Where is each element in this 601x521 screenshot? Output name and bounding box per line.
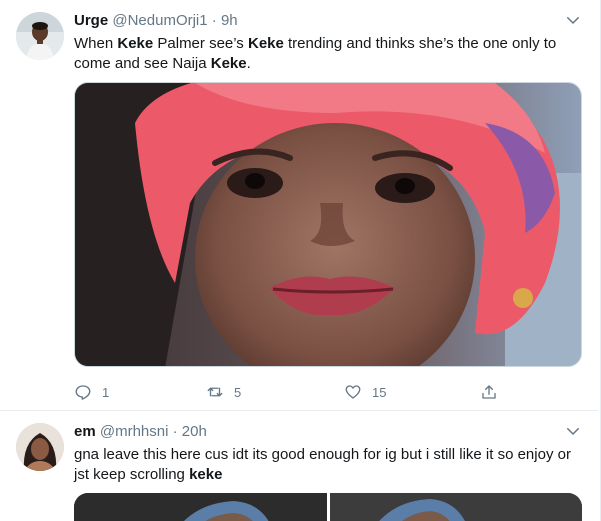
reply-count: 1 bbox=[102, 384, 110, 400]
like-button[interactable]: 15 bbox=[344, 380, 386, 404]
tweet-media-grid[interactable] bbox=[74, 493, 582, 521]
timestamp[interactable]: 20h bbox=[182, 423, 207, 440]
tweet-actions: 1 5 15 bbox=[74, 380, 504, 404]
retweet-icon bbox=[207, 387, 223, 397]
highlighted-keyword: Keke bbox=[117, 35, 154, 52]
reply-button[interactable]: 1 bbox=[74, 380, 109, 404]
text-segment: Palmer see’s bbox=[153, 35, 248, 52]
avatar[interactable] bbox=[16, 423, 64, 471]
tweet-text: When Keke Palmer see’s Keke trending and… bbox=[74, 34, 580, 74]
tweet-header: em @mrhhsni · 20h bbox=[74, 422, 582, 442]
tweet-image[interactable] bbox=[330, 493, 582, 521]
separator-dot: · bbox=[211, 12, 217, 29]
like-count: 15 bbox=[372, 384, 387, 400]
reply-icon bbox=[75, 385, 91, 400]
avatar[interactable] bbox=[16, 12, 64, 60]
photo-portrait-headwrap bbox=[75, 83, 581, 366]
highlighted-keyword: keke bbox=[189, 466, 223, 483]
separator-dot: · bbox=[172, 423, 178, 440]
tweet-image[interactable] bbox=[74, 493, 327, 521]
heart-icon bbox=[345, 385, 361, 399]
tweet[interactable]: Urge @NedumOrji1 · 9h When Keke Palmer s… bbox=[0, 0, 598, 411]
user-handle[interactable]: @NedumOrji1 bbox=[112, 12, 207, 29]
highlighted-keyword: Keke bbox=[247, 35, 284, 52]
highlighted-keyword: Keke bbox=[210, 55, 247, 72]
display-name[interactable]: em bbox=[74, 423, 96, 440]
share-button[interactable] bbox=[480, 380, 498, 404]
timestamp[interactable]: 9h bbox=[221, 12, 238, 29]
tweet[interactable]: em @mrhhsni · 20h gna leave this here cu… bbox=[0, 411, 598, 521]
retweet-count: 5 bbox=[234, 384, 242, 400]
user-handle[interactable]: @mrhhsni bbox=[100, 423, 169, 440]
tweet-text: gna leave this here cus idt its good eno… bbox=[74, 445, 580, 485]
tweet-image[interactable] bbox=[74, 82, 582, 367]
timeline-feed: Urge @NedumOrji1 · 9h When Keke Palmer s… bbox=[0, 0, 601, 521]
chevron-down-icon[interactable] bbox=[564, 422, 582, 440]
retweet-button[interactable]: 5 bbox=[206, 380, 241, 404]
text-segment: . bbox=[246, 55, 251, 72]
chevron-down-icon[interactable] bbox=[564, 11, 582, 29]
text-segment: gna leave this here cus idt its good eno… bbox=[74, 446, 571, 483]
display-name[interactable]: Urge bbox=[74, 12, 108, 29]
text-segment: When bbox=[74, 35, 118, 52]
tweet-header: Urge @NedumOrji1 · 9h bbox=[74, 11, 582, 31]
share-icon bbox=[482, 385, 496, 399]
